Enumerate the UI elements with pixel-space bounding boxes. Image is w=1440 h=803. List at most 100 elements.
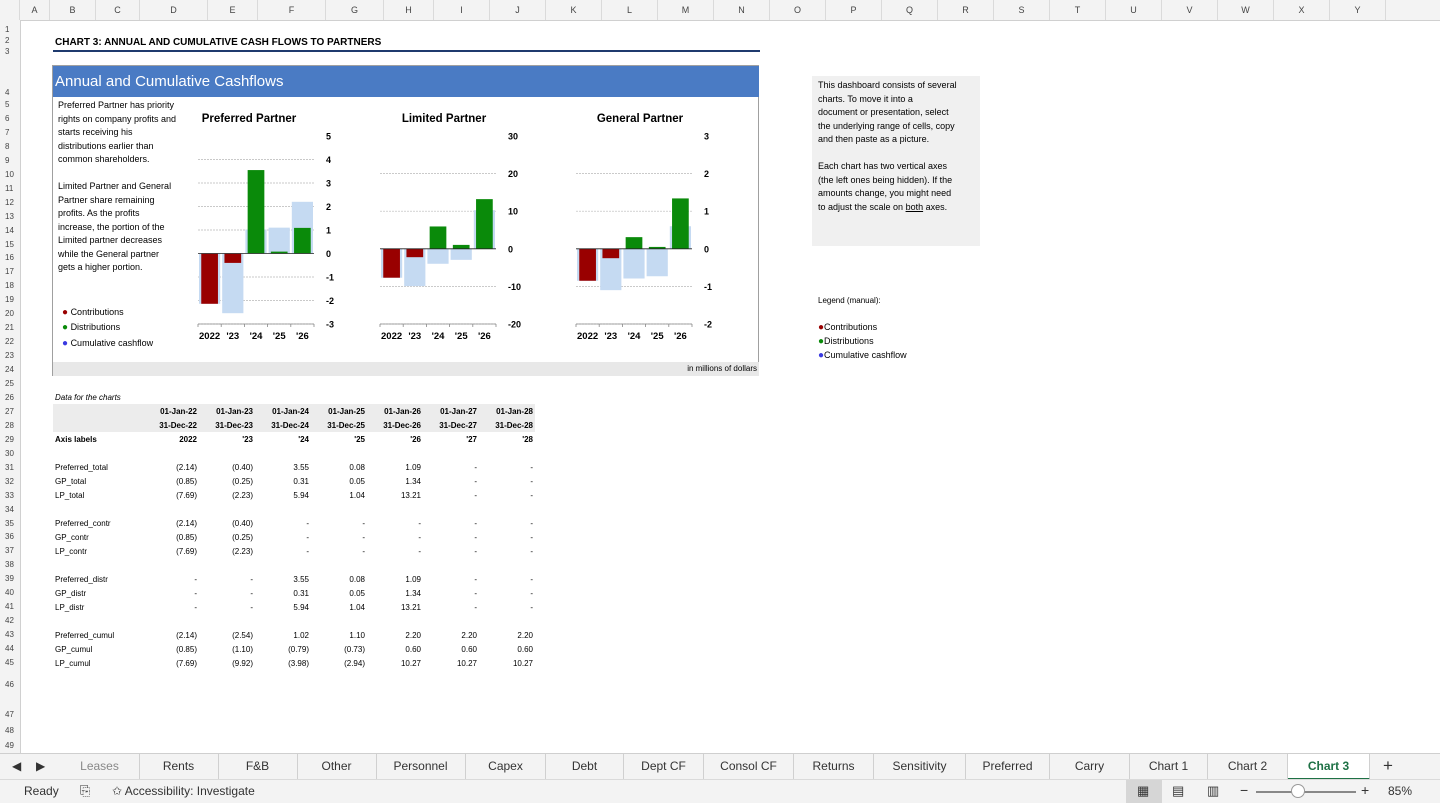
select-all-corner[interactable] xyxy=(0,0,20,20)
value-cell[interactable]: (3.98) xyxy=(257,659,309,668)
zoom-level[interactable]: 85% xyxy=(1388,784,1412,798)
row-header[interactable]: 34 xyxy=(0,505,20,514)
column-header[interactable]: U xyxy=(1106,0,1162,20)
sheet-tab[interactable]: Chart 2 xyxy=(1208,754,1288,780)
column-header[interactable]: B xyxy=(50,0,96,20)
row-label[interactable]: LP_total xyxy=(55,491,84,500)
value-cell[interactable]: - xyxy=(425,491,477,500)
value-cell[interactable]: - xyxy=(257,547,309,556)
value-cell[interactable]: 5.94 xyxy=(257,491,309,500)
row-header[interactable]: 47 xyxy=(0,710,20,719)
value-cell[interactable]: 2.20 xyxy=(425,631,477,640)
value-cell[interactable]: 0.08 xyxy=(313,575,365,584)
value-cell[interactable]: 2.20 xyxy=(481,631,533,640)
axis-labels-title[interactable]: Axis labels xyxy=(55,435,97,444)
value-cell[interactable]: 0.08 xyxy=(313,463,365,472)
value-cell[interactable]: 2.20 xyxy=(369,631,421,640)
value-cell[interactable]: (0.79) xyxy=(257,645,309,654)
value-cell[interactable]: 10.27 xyxy=(369,659,421,668)
row-header[interactable]: 38 xyxy=(0,560,20,569)
column-header[interactable]: H xyxy=(384,0,434,20)
start-date[interactable]: 01-Jan-22 xyxy=(145,407,197,416)
value-cell[interactable]: - xyxy=(481,463,533,472)
value-cell[interactable]: (7.69) xyxy=(145,659,197,668)
value-cell[interactable]: - xyxy=(257,519,309,528)
row-header[interactable]: 39 xyxy=(0,574,20,583)
row-header[interactable]: 17 xyxy=(0,267,20,276)
value-cell[interactable]: 10.27 xyxy=(481,659,533,668)
value-cell[interactable]: 1.34 xyxy=(369,589,421,598)
row-header[interactable]: 18 xyxy=(0,281,20,290)
row-label[interactable]: GP_total xyxy=(55,477,86,486)
value-cell[interactable]: - xyxy=(425,463,477,472)
row-header[interactable]: 41 xyxy=(0,602,20,611)
end-date[interactable]: 31-Dec-26 xyxy=(369,421,421,430)
row-header[interactable]: 3 xyxy=(0,47,20,56)
value-cell[interactable]: - xyxy=(425,477,477,486)
value-cell[interactable]: - xyxy=(201,575,253,584)
accessibility-status[interactable]: ✩ Accessibility: Investigate xyxy=(112,784,255,798)
scroll-left-icon[interactable]: ◀ xyxy=(12,759,21,773)
value-cell[interactable]: (2.94) xyxy=(313,659,365,668)
sheet-tab[interactable]: Dept CF xyxy=(624,754,704,780)
row-header[interactable]: 29 xyxy=(0,435,20,444)
axis-label-cell[interactable]: '26 xyxy=(369,435,421,444)
axis-label-cell[interactable]: 2022 xyxy=(145,435,197,444)
value-cell[interactable]: (9.92) xyxy=(201,659,253,668)
column-header[interactable]: J xyxy=(490,0,546,20)
row-header[interactable]: 15 xyxy=(0,240,20,249)
value-cell[interactable]: - xyxy=(145,589,197,598)
value-cell[interactable]: - xyxy=(369,547,421,556)
row-header[interactable]: 16 xyxy=(0,253,20,262)
row-label[interactable]: GP_distr xyxy=(55,589,86,598)
row-label[interactable]: Preferred_distr xyxy=(55,575,108,584)
value-cell[interactable]: 0.05 xyxy=(313,589,365,598)
row-label[interactable]: Preferred_contr xyxy=(55,519,111,528)
value-cell[interactable]: (2.14) xyxy=(145,631,197,640)
sheet-tab[interactable]: Leases xyxy=(60,754,140,780)
column-header[interactable]: P xyxy=(826,0,882,20)
column-header[interactable]: A xyxy=(20,0,50,20)
row-header[interactable]: 9 xyxy=(0,156,20,165)
sheet-tab[interactable]: Sensitivity xyxy=(874,754,966,780)
sheet-tab[interactable]: Rents xyxy=(139,754,219,780)
value-cell[interactable]: (0.25) xyxy=(201,477,253,486)
value-cell[interactable]: 1.09 xyxy=(369,575,421,584)
value-cell[interactable]: - xyxy=(313,533,365,542)
page-layout-icon[interactable]: ▤ xyxy=(1172,783,1184,799)
sheet-tab[interactable]: Returns xyxy=(794,754,874,780)
axis-label-cell[interactable]: '25 xyxy=(313,435,365,444)
row-header[interactable]: 23 xyxy=(0,351,20,360)
start-date[interactable]: 01-Jan-27 xyxy=(425,407,477,416)
start-date[interactable]: 01-Jan-25 xyxy=(313,407,365,416)
row-header[interactable]: 26 xyxy=(0,393,20,402)
row-header[interactable]: 11 xyxy=(0,184,20,193)
row-header[interactable]: 49 xyxy=(0,741,20,750)
sheet-tab[interactable]: F&B xyxy=(218,754,298,780)
column-header[interactable]: S xyxy=(994,0,1050,20)
value-cell[interactable]: - xyxy=(481,547,533,556)
chart-general-partner[interactable]: General Partner 3 2 1 0 -1 -2 2022 '23 '24 '25 '26 xyxy=(568,105,728,350)
axis-label-cell[interactable]: '28 xyxy=(481,435,533,444)
value-cell[interactable]: - xyxy=(313,547,365,556)
axis-label-cell[interactable]: '23 xyxy=(201,435,253,444)
row-header[interactable]: 35 xyxy=(0,519,20,528)
start-date[interactable]: 01-Jan-26 xyxy=(369,407,421,416)
column-header[interactable]: F xyxy=(258,0,326,20)
row-label[interactable]: Preferred_cumul xyxy=(55,631,114,640)
value-cell[interactable]: 0.60 xyxy=(425,645,477,654)
value-cell[interactable]: 0.31 xyxy=(257,477,309,486)
row-label[interactable]: LP_distr xyxy=(55,603,84,612)
value-cell[interactable]: (0.85) xyxy=(145,533,197,542)
value-cell[interactable]: 1.04 xyxy=(313,491,365,500)
start-date[interactable]: 01-Jan-24 xyxy=(257,407,309,416)
column-header[interactable]: L xyxy=(602,0,658,20)
row-header[interactable]: 6 xyxy=(0,114,20,123)
row-header[interactable]: 27 xyxy=(0,407,20,416)
row-header[interactable]: 4 xyxy=(0,88,20,97)
column-header[interactable]: C xyxy=(96,0,140,20)
value-cell[interactable]: 1.09 xyxy=(369,463,421,472)
start-date[interactable]: 01-Jan-23 xyxy=(201,407,253,416)
value-cell[interactable]: - xyxy=(425,589,477,598)
value-cell[interactable]: - xyxy=(145,603,197,612)
